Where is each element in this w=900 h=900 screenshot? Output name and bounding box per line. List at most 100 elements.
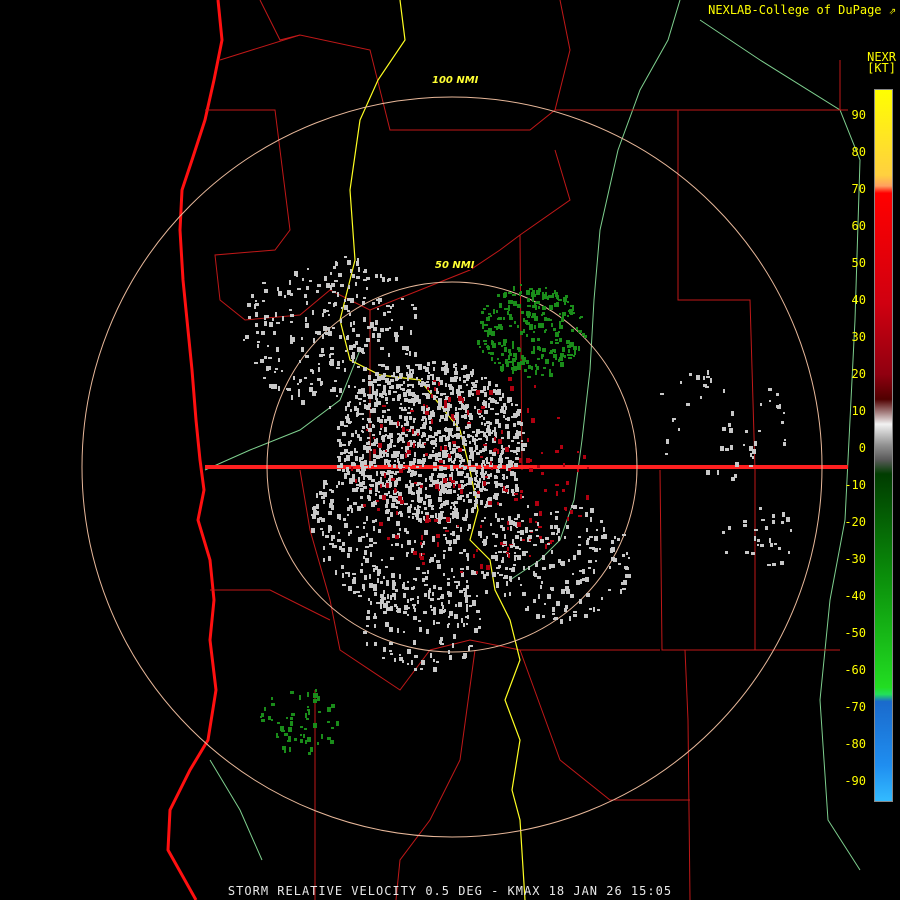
radar-gate	[383, 385, 386, 390]
radar-gate	[336, 395, 338, 397]
radar-gate	[369, 574, 371, 579]
radar-gate	[406, 552, 409, 554]
radar-gate	[356, 487, 359, 489]
radar-gate	[387, 444, 390, 449]
radar-gate	[440, 446, 442, 451]
radar-gate	[578, 330, 582, 333]
radar-gate	[398, 496, 402, 501]
radar-gate	[515, 484, 518, 487]
radar-gate	[414, 540, 416, 543]
radar-gate	[367, 326, 371, 329]
radar-gate	[343, 452, 346, 454]
radar-gate	[373, 437, 375, 439]
radar-gate	[377, 578, 379, 583]
radar-gate	[372, 386, 374, 391]
radar-gate	[387, 409, 390, 411]
radar-gate	[433, 462, 437, 466]
colorbar-tick: -80	[844, 737, 866, 751]
radar-gate	[479, 346, 481, 348]
radar-gate	[405, 484, 408, 488]
radar-gate	[433, 612, 436, 615]
radar-gate	[396, 370, 399, 373]
radar-gate	[338, 273, 342, 277]
radar-gate	[506, 464, 509, 467]
colorbar-tick: 40	[851, 293, 866, 307]
radar-gate	[380, 594, 384, 598]
radar-gate	[537, 465, 540, 468]
radar-gate	[282, 746, 286, 750]
radar-gate	[474, 483, 476, 485]
radar-gate	[396, 610, 398, 612]
radar-gate	[352, 579, 356, 584]
radar-gate	[262, 282, 266, 284]
radar-gate	[458, 581, 460, 586]
radar-gate	[509, 592, 511, 596]
radar-gate	[473, 384, 477, 388]
radar-gate	[371, 394, 373, 399]
radar-gate	[364, 550, 367, 555]
radar-gate	[490, 315, 492, 317]
radar-gate	[327, 707, 329, 712]
radar-gate	[508, 554, 510, 558]
radar-gate	[369, 463, 372, 465]
radar-gate	[370, 552, 372, 557]
radar-gate	[392, 593, 396, 597]
radar-gate	[558, 331, 560, 333]
radar-gate	[782, 512, 785, 517]
radar-gate	[429, 421, 431, 424]
radar-gate	[703, 384, 707, 387]
radar-gate	[357, 258, 359, 261]
radar-gate	[555, 484, 559, 486]
radar-gate	[433, 447, 435, 449]
radar-gate	[517, 325, 519, 328]
radar-gate	[453, 490, 456, 493]
radar-gate	[434, 432, 438, 436]
radar-gate	[498, 551, 502, 553]
radar-gate	[403, 611, 407, 614]
radar-gate	[411, 660, 413, 665]
radar-gate	[313, 723, 317, 728]
radar-gate	[780, 561, 784, 565]
radar-gate	[534, 325, 536, 329]
radar-gate	[560, 619, 563, 624]
radar-gate	[515, 535, 519, 539]
radar-gate	[264, 289, 268, 293]
radar-gate	[509, 353, 512, 356]
radar-gate	[485, 458, 488, 460]
radar-gate	[333, 266, 336, 269]
radar-gate	[382, 657, 385, 659]
radar-gate	[286, 717, 288, 719]
radar-gate	[414, 655, 418, 658]
radar-gate	[485, 476, 488, 478]
radar-gate	[480, 536, 482, 538]
radar-gate	[498, 464, 500, 469]
radar-gate	[433, 667, 437, 672]
radar-gate	[660, 393, 664, 395]
radar-gate	[483, 386, 486, 391]
radar-gate	[425, 418, 427, 423]
radar-gate	[486, 536, 488, 539]
radar-gate	[422, 562, 425, 565]
radar-gate	[476, 475, 478, 477]
radar-gate	[321, 348, 324, 353]
radar-gate	[378, 529, 381, 533]
radar-gate	[425, 411, 429, 415]
radar-gate	[541, 374, 544, 376]
radar-gate	[456, 468, 458, 471]
radar-gate	[433, 607, 436, 612]
radar-gate	[503, 339, 507, 343]
radar-gate	[305, 355, 309, 358]
radar-gate	[435, 396, 438, 398]
radar-gate	[377, 308, 379, 310]
radar-gate	[502, 474, 505, 476]
radar-gate	[362, 426, 365, 429]
radar-gate	[409, 351, 411, 356]
radar-gate	[347, 553, 350, 558]
radar-gate	[412, 516, 414, 519]
radar-gate	[784, 439, 786, 441]
radar-gate	[373, 442, 376, 446]
radar-gate	[358, 595, 362, 597]
radar-gate	[389, 483, 391, 488]
radar-gate	[404, 528, 407, 532]
radar-gate	[264, 321, 267, 326]
